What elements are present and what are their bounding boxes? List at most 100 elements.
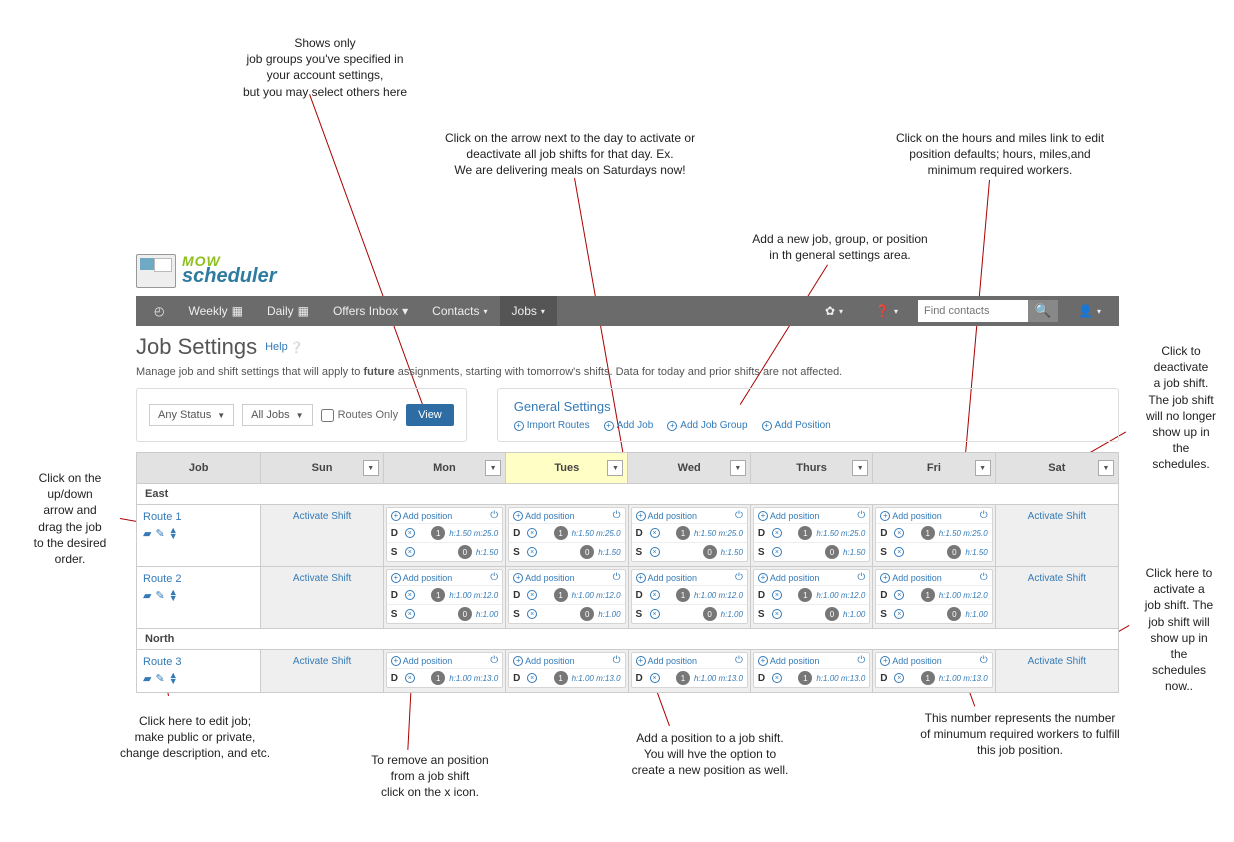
add-position-link[interactable]: +Add position: [880, 573, 942, 583]
hours-miles-link[interactable]: h:1.50: [965, 548, 987, 557]
add-position-link[interactable]: +Add position: [391, 511, 453, 521]
add-position-link[interactable]: +Add position: [636, 656, 698, 666]
remove-position-icon[interactable]: ×: [894, 609, 904, 619]
day-toggle[interactable]: ▼: [730, 460, 746, 476]
help-link[interactable]: Help ❔: [265, 341, 303, 354]
remove-position-icon[interactable]: ×: [405, 547, 415, 557]
user-menu[interactable]: 👤 ▾: [1066, 296, 1113, 326]
comment-icon[interactable]: ▰: [143, 672, 151, 685]
import-routes-link[interactable]: +Import Routes: [514, 420, 590, 431]
search-button[interactable]: 🔍: [1028, 300, 1058, 322]
power-icon[interactable]: ⏻: [613, 655, 621, 666]
comment-icon[interactable]: ▰: [143, 589, 151, 602]
hours-miles-link[interactable]: h:1.50: [843, 548, 865, 557]
hours-miles-link[interactable]: h:1.50: [721, 548, 743, 557]
hours-miles-link[interactable]: h:1.50 m:25.0: [939, 529, 988, 538]
remove-position-icon[interactable]: ×: [405, 673, 415, 683]
add-position-link[interactable]: +Add position: [513, 573, 575, 583]
add-position-link[interactable]: +Add position: [636, 511, 698, 521]
nav-contacts[interactable]: Contacts ▾: [420, 296, 499, 326]
comment-icon[interactable]: ▰: [143, 527, 151, 540]
power-icon[interactable]: ⏻: [490, 510, 498, 521]
hours-miles-link[interactable]: h:1.50 m:25.0: [694, 529, 743, 538]
remove-position-icon[interactable]: ×: [650, 590, 660, 600]
edit-icon[interactable]: ✎: [155, 672, 164, 685]
route-link[interactable]: Route 2: [143, 573, 254, 585]
activate-shift-link[interactable]: Activate Shift: [998, 569, 1116, 588]
drag-handle[interactable]: ▲▼: [169, 528, 178, 539]
day-toggle[interactable]: ▼: [852, 460, 868, 476]
nav-daily[interactable]: Daily ▦: [255, 296, 321, 326]
nav-home-icon[interactable]: ◴: [142, 296, 176, 326]
hours-miles-link[interactable]: h:1.00 m:12.0: [449, 591, 498, 600]
remove-position-icon[interactable]: ×: [405, 609, 415, 619]
remove-position-icon[interactable]: ×: [527, 609, 537, 619]
activate-shift-link[interactable]: Activate Shift: [263, 507, 380, 526]
power-icon[interactable]: ⏻: [980, 655, 988, 666]
nav-jobs[interactable]: Jobs ▾: [500, 296, 557, 326]
status-select[interactable]: Any Status▼: [149, 404, 234, 426]
remove-position-icon[interactable]: ×: [894, 673, 904, 683]
power-icon[interactable]: ⏻: [490, 655, 498, 666]
remove-position-icon[interactable]: ×: [527, 528, 537, 538]
view-button[interactable]: View: [406, 404, 454, 426]
remove-position-icon[interactable]: ×: [772, 609, 782, 619]
hours-miles-link[interactable]: h:1.50: [476, 548, 498, 557]
hours-miles-link[interactable]: h:1.00 m:12.0: [939, 591, 988, 600]
hours-miles-link[interactable]: h:1.00: [721, 610, 743, 619]
remove-position-icon[interactable]: ×: [772, 673, 782, 683]
power-icon[interactable]: ⏻: [735, 655, 743, 666]
search-input[interactable]: [918, 300, 1028, 322]
hours-miles-link[interactable]: h:1.00: [476, 610, 498, 619]
add-group-link[interactable]: +Add Job Group: [667, 420, 747, 431]
add-position-link[interactable]: +Add position: [758, 573, 820, 583]
route-link[interactable]: Route 1: [143, 511, 254, 523]
remove-position-icon[interactable]: ×: [527, 590, 537, 600]
remove-position-icon[interactable]: ×: [772, 547, 782, 557]
remove-position-icon[interactable]: ×: [894, 528, 904, 538]
remove-position-icon[interactable]: ×: [527, 673, 537, 683]
add-job-link[interactable]: +Add Job: [604, 420, 654, 431]
nav-offers[interactable]: Offers Inbox ▾: [321, 296, 420, 326]
power-icon[interactable]: ⏻: [980, 510, 988, 521]
help-icon[interactable]: ❓ ▾: [863, 296, 910, 326]
hours-miles-link[interactable]: h:1.50 m:25.0: [816, 529, 865, 538]
add-position-link[interactable]: +Add Position: [762, 420, 831, 431]
add-position-link[interactable]: +Add position: [513, 511, 575, 521]
power-icon[interactable]: ⏻: [613, 510, 621, 521]
remove-position-icon[interactable]: ×: [772, 590, 782, 600]
checkbox[interactable]: [321, 409, 334, 422]
remove-position-icon[interactable]: ×: [894, 547, 904, 557]
add-position-link[interactable]: +Add position: [513, 656, 575, 666]
hours-miles-link[interactable]: h:1.50 m:25.0: [449, 529, 498, 538]
day-toggle[interactable]: ▼: [607, 460, 623, 476]
day-toggle[interactable]: ▼: [975, 460, 991, 476]
power-icon[interactable]: ⏻: [490, 572, 498, 583]
remove-position-icon[interactable]: ×: [650, 609, 660, 619]
power-icon[interactable]: ⏻: [857, 510, 865, 521]
hours-miles-link[interactable]: h:1.00 m:13.0: [816, 674, 865, 683]
add-position-link[interactable]: +Add position: [636, 573, 698, 583]
route-link[interactable]: Route 3: [143, 656, 254, 668]
jobs-select[interactable]: All Jobs▼: [242, 404, 312, 426]
power-icon[interactable]: ⏻: [857, 655, 865, 666]
hours-miles-link[interactable]: h:1.00: [598, 610, 620, 619]
power-icon[interactable]: ⏻: [980, 572, 988, 583]
remove-position-icon[interactable]: ×: [405, 590, 415, 600]
remove-position-icon[interactable]: ×: [405, 528, 415, 538]
hours-miles-link[interactable]: h:1.50 m:25.0: [572, 529, 621, 538]
edit-icon[interactable]: ✎: [155, 589, 164, 602]
activate-shift-link[interactable]: Activate Shift: [263, 569, 380, 588]
remove-position-icon[interactable]: ×: [894, 590, 904, 600]
day-toggle[interactable]: ▼: [363, 460, 379, 476]
activate-shift-link[interactable]: Activate Shift: [998, 652, 1116, 671]
activate-shift-link[interactable]: Activate Shift: [263, 652, 380, 671]
hours-miles-link[interactable]: h:1.00 m:13.0: [449, 674, 498, 683]
remove-position-icon[interactable]: ×: [650, 528, 660, 538]
drag-handle[interactable]: ▲▼: [169, 590, 178, 601]
routes-only-check[interactable]: Routes Only: [321, 409, 399, 422]
remove-position-icon[interactable]: ×: [650, 673, 660, 683]
hours-miles-link[interactable]: h:1.50: [598, 548, 620, 557]
hours-miles-link[interactable]: h:1.00 m:13.0: [939, 674, 988, 683]
hours-miles-link[interactable]: h:1.00 m:12.0: [816, 591, 865, 600]
